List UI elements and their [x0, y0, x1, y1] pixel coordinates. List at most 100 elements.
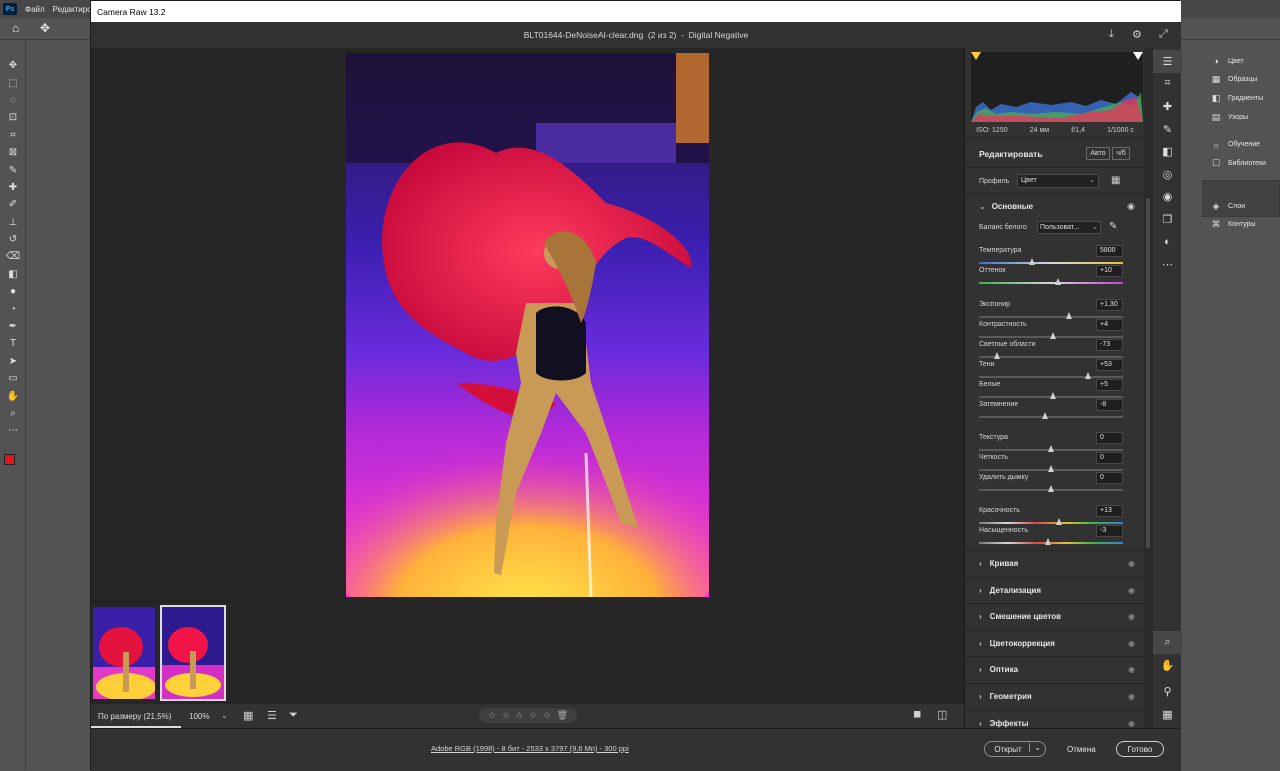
move-tool-icon[interactable]: ✥	[40, 21, 50, 35]
slider-track[interactable]	[979, 542, 1123, 544]
visibility-eye-icon[interactable]: ◉	[1128, 692, 1135, 701]
slider-value-field[interactable]: +4	[1096, 319, 1123, 331]
profile-browser-icon[interactable]: ▦	[1111, 175, 1120, 186]
save-icon[interactable]: ⤓	[1109, 28, 1114, 41]
photo-preview[interactable]	[346, 53, 709, 597]
slider-handle[interactable]	[1050, 392, 1057, 399]
path-select-tool-icon[interactable]: ➤	[0, 353, 26, 370]
filmstrip-thumb-1[interactable]	[91, 605, 157, 701]
trash-icon[interactable]: 🗑	[557, 710, 568, 721]
star-icon[interactable]: ☆	[488, 710, 496, 721]
sort-icon[interactable]: ☰	[267, 709, 277, 722]
snapshots-icon[interactable]: ❐	[1153, 208, 1182, 231]
object-select-tool-icon[interactable]: ⊡	[0, 109, 26, 126]
frame-tool-icon[interactable]: ⊠	[0, 144, 26, 161]
crop-icon[interactable]: ⌗	[1153, 73, 1182, 96]
star-icon[interactable]: ☆	[543, 710, 551, 721]
panel-layers[interactable]: ◈ Слои	[1202, 197, 1280, 216]
slider-value-field[interactable]: +13	[1096, 505, 1123, 517]
visibility-eye-icon[interactable]: ◉	[1128, 612, 1135, 621]
move-tool-icon[interactable]: ✥	[0, 57, 26, 74]
image-canvas[interactable]	[91, 48, 964, 601]
slider-track[interactable]	[979, 522, 1123, 524]
done-button[interactable]: Готово	[1116, 741, 1164, 757]
section-header[interactable]: › Геометрия ◉	[965, 683, 1145, 709]
wb-select[interactable]: Пользоват... ⌄	[1037, 221, 1101, 234]
pen-tool-icon[interactable]: ✒	[0, 318, 26, 335]
color-sampler-icon[interactable]: ⚲	[1153, 680, 1182, 703]
panel-gradients[interactable]: ◧ Градиенты	[1202, 89, 1280, 108]
slider-value-field[interactable]: -73	[1096, 339, 1123, 351]
slider-value-field[interactable]: 0	[1096, 472, 1123, 484]
slider-value-field[interactable]: -3	[1096, 525, 1123, 537]
red-eye-icon[interactable]: ◉	[1153, 186, 1182, 209]
blur-tool-icon[interactable]: ●	[0, 283, 26, 300]
panel-swatches[interactable]: ▦ Образцы	[1202, 71, 1280, 90]
brush-mask-icon[interactable]: ✎	[1153, 118, 1182, 141]
profile-select[interactable]: Цвет ⌄	[1017, 174, 1099, 188]
slider-track[interactable]	[979, 356, 1123, 358]
slider-handle[interactable]	[1047, 445, 1054, 452]
slider-handle[interactable]	[1084, 372, 1091, 379]
panel-patterns[interactable]: ▤ Узоры	[1202, 108, 1280, 127]
marquee-tool-icon[interactable]: ⬚	[0, 74, 26, 91]
more-tools-icon[interactable]: ⋯	[0, 422, 26, 439]
visibility-eye-icon[interactable]: ◉	[1127, 201, 1135, 212]
workflow-info-link[interactable]: Adobe RGB (1998) - 8 бит - 2533 x 3797 (…	[431, 744, 629, 753]
cancel-button[interactable]: Отмена	[1067, 745, 1096, 754]
slider-handle[interactable]	[1044, 538, 1051, 545]
foreground-color-swatch[interactable]	[4, 454, 15, 465]
slider-track[interactable]	[979, 416, 1123, 418]
zoom-icon[interactable]: ⌕	[1153, 631, 1182, 654]
grid-icon[interactable]: ▦	[1153, 703, 1182, 726]
more-icon[interactable]: ⋯	[1153, 253, 1182, 276]
home-icon[interactable]: ⌂	[12, 21, 19, 35]
zoom-dropdown-chevron-icon[interactable]: ⌄	[221, 711, 228, 720]
fullscreen-icon[interactable]: ⤢	[1159, 28, 1168, 41]
panel-learn[interactable]: ☼ Обучение	[1202, 135, 1280, 154]
slider-track[interactable]	[979, 316, 1123, 318]
healing-icon[interactable]: ✚	[1153, 95, 1182, 118]
bw-button[interactable]: ч/б	[1112, 147, 1130, 160]
slider-handle[interactable]	[1054, 278, 1061, 285]
slider-value-field[interactable]: +1,30	[1096, 299, 1123, 311]
visibility-eye-icon[interactable]: ◉	[1128, 639, 1135, 648]
slider-handle[interactable]	[1056, 518, 1063, 525]
healing-tool-icon[interactable]: ✚	[0, 179, 26, 196]
section-header[interactable]: › Смешение цветов ◉	[965, 603, 1145, 629]
hand-tool-icon[interactable]: ✋	[0, 387, 26, 404]
slider-handle[interactable]	[1028, 258, 1035, 265]
slider-value-field[interactable]: -8	[1096, 399, 1123, 411]
filmstrip-thumb-2[interactable]	[160, 605, 226, 701]
crop-tool-icon[interactable]: ⌗	[0, 127, 26, 144]
slider-handle[interactable]	[1066, 312, 1073, 319]
before-after-icon[interactable]: ◫	[937, 708, 947, 721]
slider-value-field[interactable]: 0	[1096, 452, 1123, 464]
slider-value-field[interactable]: 5800	[1096, 245, 1123, 257]
eyedropper-icon[interactable]: ✎	[1109, 221, 1117, 232]
panel-color[interactable]: ◑ Цвет	[1202, 52, 1280, 71]
slider-value-field[interactable]: +53	[1096, 359, 1123, 371]
radial-gradient-icon[interactable]: ◎	[1153, 163, 1182, 186]
auto-button[interactable]: Авто	[1086, 147, 1110, 160]
star-rating[interactable]: ☆ ☆ ☆ ☆ ☆ 🗑	[479, 708, 577, 723]
gradient-tool-icon[interactable]: ◧	[0, 266, 26, 283]
visibility-eye-icon[interactable]: ◉	[1128, 665, 1135, 674]
lasso-tool-icon[interactable]: ◌	[0, 92, 26, 109]
zoom-tool-icon[interactable]: ⌕	[0, 405, 26, 422]
zoom-100-label[interactable]: 100%	[189, 712, 209, 721]
edit-sliders-icon[interactable]: ☰	[1153, 50, 1182, 73]
open-button[interactable]: Открыт ⌄	[984, 741, 1046, 757]
slider-handle[interactable]	[1041, 412, 1048, 419]
slider-value-field[interactable]: 0	[1096, 432, 1123, 444]
slider-handle[interactable]	[1047, 465, 1054, 472]
basic-section-head[interactable]: ⌄ Основные ◉	[965, 196, 1145, 216]
section-header[interactable]: › Оптика ◉	[965, 656, 1145, 682]
panel-libraries[interactable]: ☐ Библиотеки	[1202, 154, 1280, 173]
section-header[interactable]: › Кривая ◉	[965, 550, 1145, 576]
rectangle-tool-icon[interactable]: ▭	[0, 370, 26, 387]
slider-track[interactable]	[979, 282, 1123, 284]
eyedropper-tool-icon[interactable]: ✎	[0, 161, 26, 178]
type-tool-icon[interactable]: T	[0, 335, 26, 352]
hand-icon[interactable]: ✋	[1153, 654, 1182, 677]
